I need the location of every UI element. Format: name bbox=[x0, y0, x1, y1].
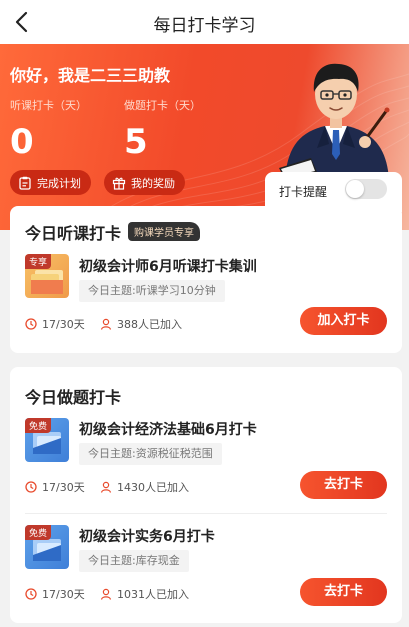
complete-plan-button[interactable]: 完成计划 bbox=[10, 170, 91, 195]
my-rewards-label: 我的奖励 bbox=[131, 176, 175, 190]
practice-course-thumbnail[interactable]: 免费 bbox=[25, 418, 69, 462]
page-title: 每日打卡学习 bbox=[153, 16, 256, 36]
listen-checkin-card: 今日听课打卡 购课学员专享 专享 初级会计师6月听课打卡集训 今日主题:听课学习… bbox=[10, 206, 402, 353]
practice-course-topic: 今日主题:库存现金 bbox=[79, 550, 189, 572]
go-checkin-button[interactable]: 去打卡 bbox=[300, 578, 387, 606]
go-checkin-button[interactable]: 去打卡 bbox=[300, 471, 387, 499]
practice-joined-text: 1031人已加入 bbox=[117, 588, 189, 601]
practice-course-title[interactable]: 初级会计实务6月打卡 bbox=[79, 526, 215, 546]
remind-label: 打卡提醒 bbox=[279, 185, 328, 199]
practice-days-meta: 17/30天 bbox=[25, 586, 85, 602]
listen-joined-text: 388人已加入 bbox=[117, 318, 182, 331]
divider bbox=[25, 513, 387, 514]
practice-course-thumbnail[interactable]: 免费 bbox=[25, 525, 69, 569]
practice-joined-text: 1430人已加入 bbox=[117, 481, 189, 494]
free-tag: 免费 bbox=[25, 525, 52, 540]
practice-days-value: 5 bbox=[124, 122, 148, 162]
clock-icon bbox=[25, 318, 37, 330]
practice-checkin-card: 今日做题打卡 免费 初级会计经济法基础6月打卡 今日主题:资源税征税范围 17/… bbox=[10, 367, 402, 623]
my-rewards-button[interactable]: 我的奖励 bbox=[104, 170, 185, 195]
listen-days-meta: 17/30天 bbox=[25, 316, 85, 332]
practice-joined-meta: 1031人已加入 bbox=[100, 586, 189, 602]
listen-days-value: 0 bbox=[10, 122, 34, 162]
gift-icon bbox=[112, 177, 126, 190]
practice-card-title: 今日做题打卡 bbox=[25, 388, 122, 407]
listen-course-topic: 今日主题:听课学习10分钟 bbox=[79, 280, 225, 302]
person-icon bbox=[100, 318, 112, 330]
member-exclusive-badge: 购课学员专享 bbox=[128, 222, 200, 241]
greeting-text: 你好，我是二三三助教 bbox=[10, 66, 171, 85]
person-icon bbox=[100, 588, 112, 600]
listen-course-title[interactable]: 初级会计师6月听课打卡集训 bbox=[79, 256, 257, 276]
join-checkin-button[interactable]: 加入打卡 bbox=[300, 307, 387, 335]
listen-joined-meta: 388人已加入 bbox=[100, 316, 182, 332]
practice-days-text: 17/30天 bbox=[42, 481, 85, 494]
free-tag: 免费 bbox=[25, 418, 52, 433]
clock-icon bbox=[25, 588, 37, 600]
listen-card-title: 今日听课打卡 bbox=[25, 224, 122, 243]
practice-joined-meta: 1430人已加入 bbox=[100, 479, 189, 495]
practice-course-title[interactable]: 初级会计经济法基础6月打卡 bbox=[79, 419, 257, 439]
complete-plan-label: 完成计划 bbox=[37, 176, 81, 190]
clipboard-icon bbox=[19, 176, 31, 190]
remind-toggle[interactable] bbox=[345, 179, 387, 199]
nav-bar: 每日打卡学习 bbox=[0, 0, 409, 44]
listen-days-label: 听课打卡（天） bbox=[10, 99, 87, 112]
practice-days-label: 做题打卡（天） bbox=[124, 99, 201, 112]
person-icon bbox=[100, 481, 112, 493]
clock-icon bbox=[25, 481, 37, 493]
listen-days-text: 17/30天 bbox=[42, 318, 85, 331]
practice-days-meta: 17/30天 bbox=[25, 479, 85, 495]
hero-banner: 你好，我是二三三助教 听课打卡（天） 0 做题打卡（天） 5 完成计划 我的奖励 bbox=[0, 44, 409, 230]
practice-days-text: 17/30天 bbox=[42, 588, 85, 601]
exclusive-tag: 专享 bbox=[25, 254, 52, 269]
toggle-knob bbox=[346, 180, 364, 198]
teacher-mascot-illustration bbox=[279, 63, 390, 180]
practice-course-topic: 今日主题:资源税征税范围 bbox=[79, 443, 222, 465]
listen-course-thumbnail[interactable]: 专享 bbox=[25, 254, 69, 298]
